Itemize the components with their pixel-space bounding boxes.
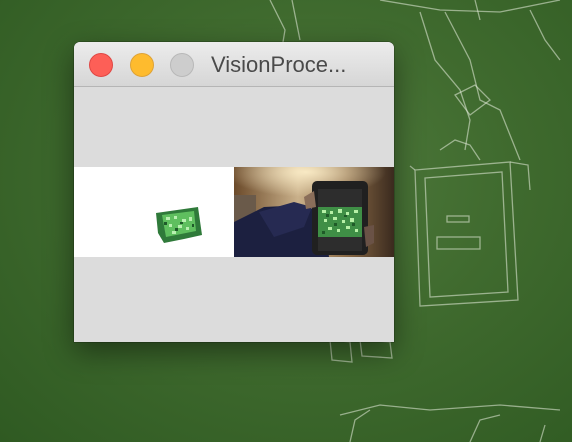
minimize-button[interactable] [130, 53, 154, 77]
window-title: VisionProce... [211, 52, 347, 77]
zoom-button[interactable] [170, 53, 194, 77]
camera-frame [234, 167, 394, 257]
vision-processor-window[interactable]: VisionProce... [74, 42, 394, 342]
window-content [74, 87, 394, 342]
window-titlebar[interactable]: VisionProce... [74, 42, 394, 87]
mask-view [74, 167, 234, 257]
camera-view [234, 167, 394, 257]
detected-object-mask [156, 207, 202, 243]
close-button[interactable] [89, 53, 113, 77]
